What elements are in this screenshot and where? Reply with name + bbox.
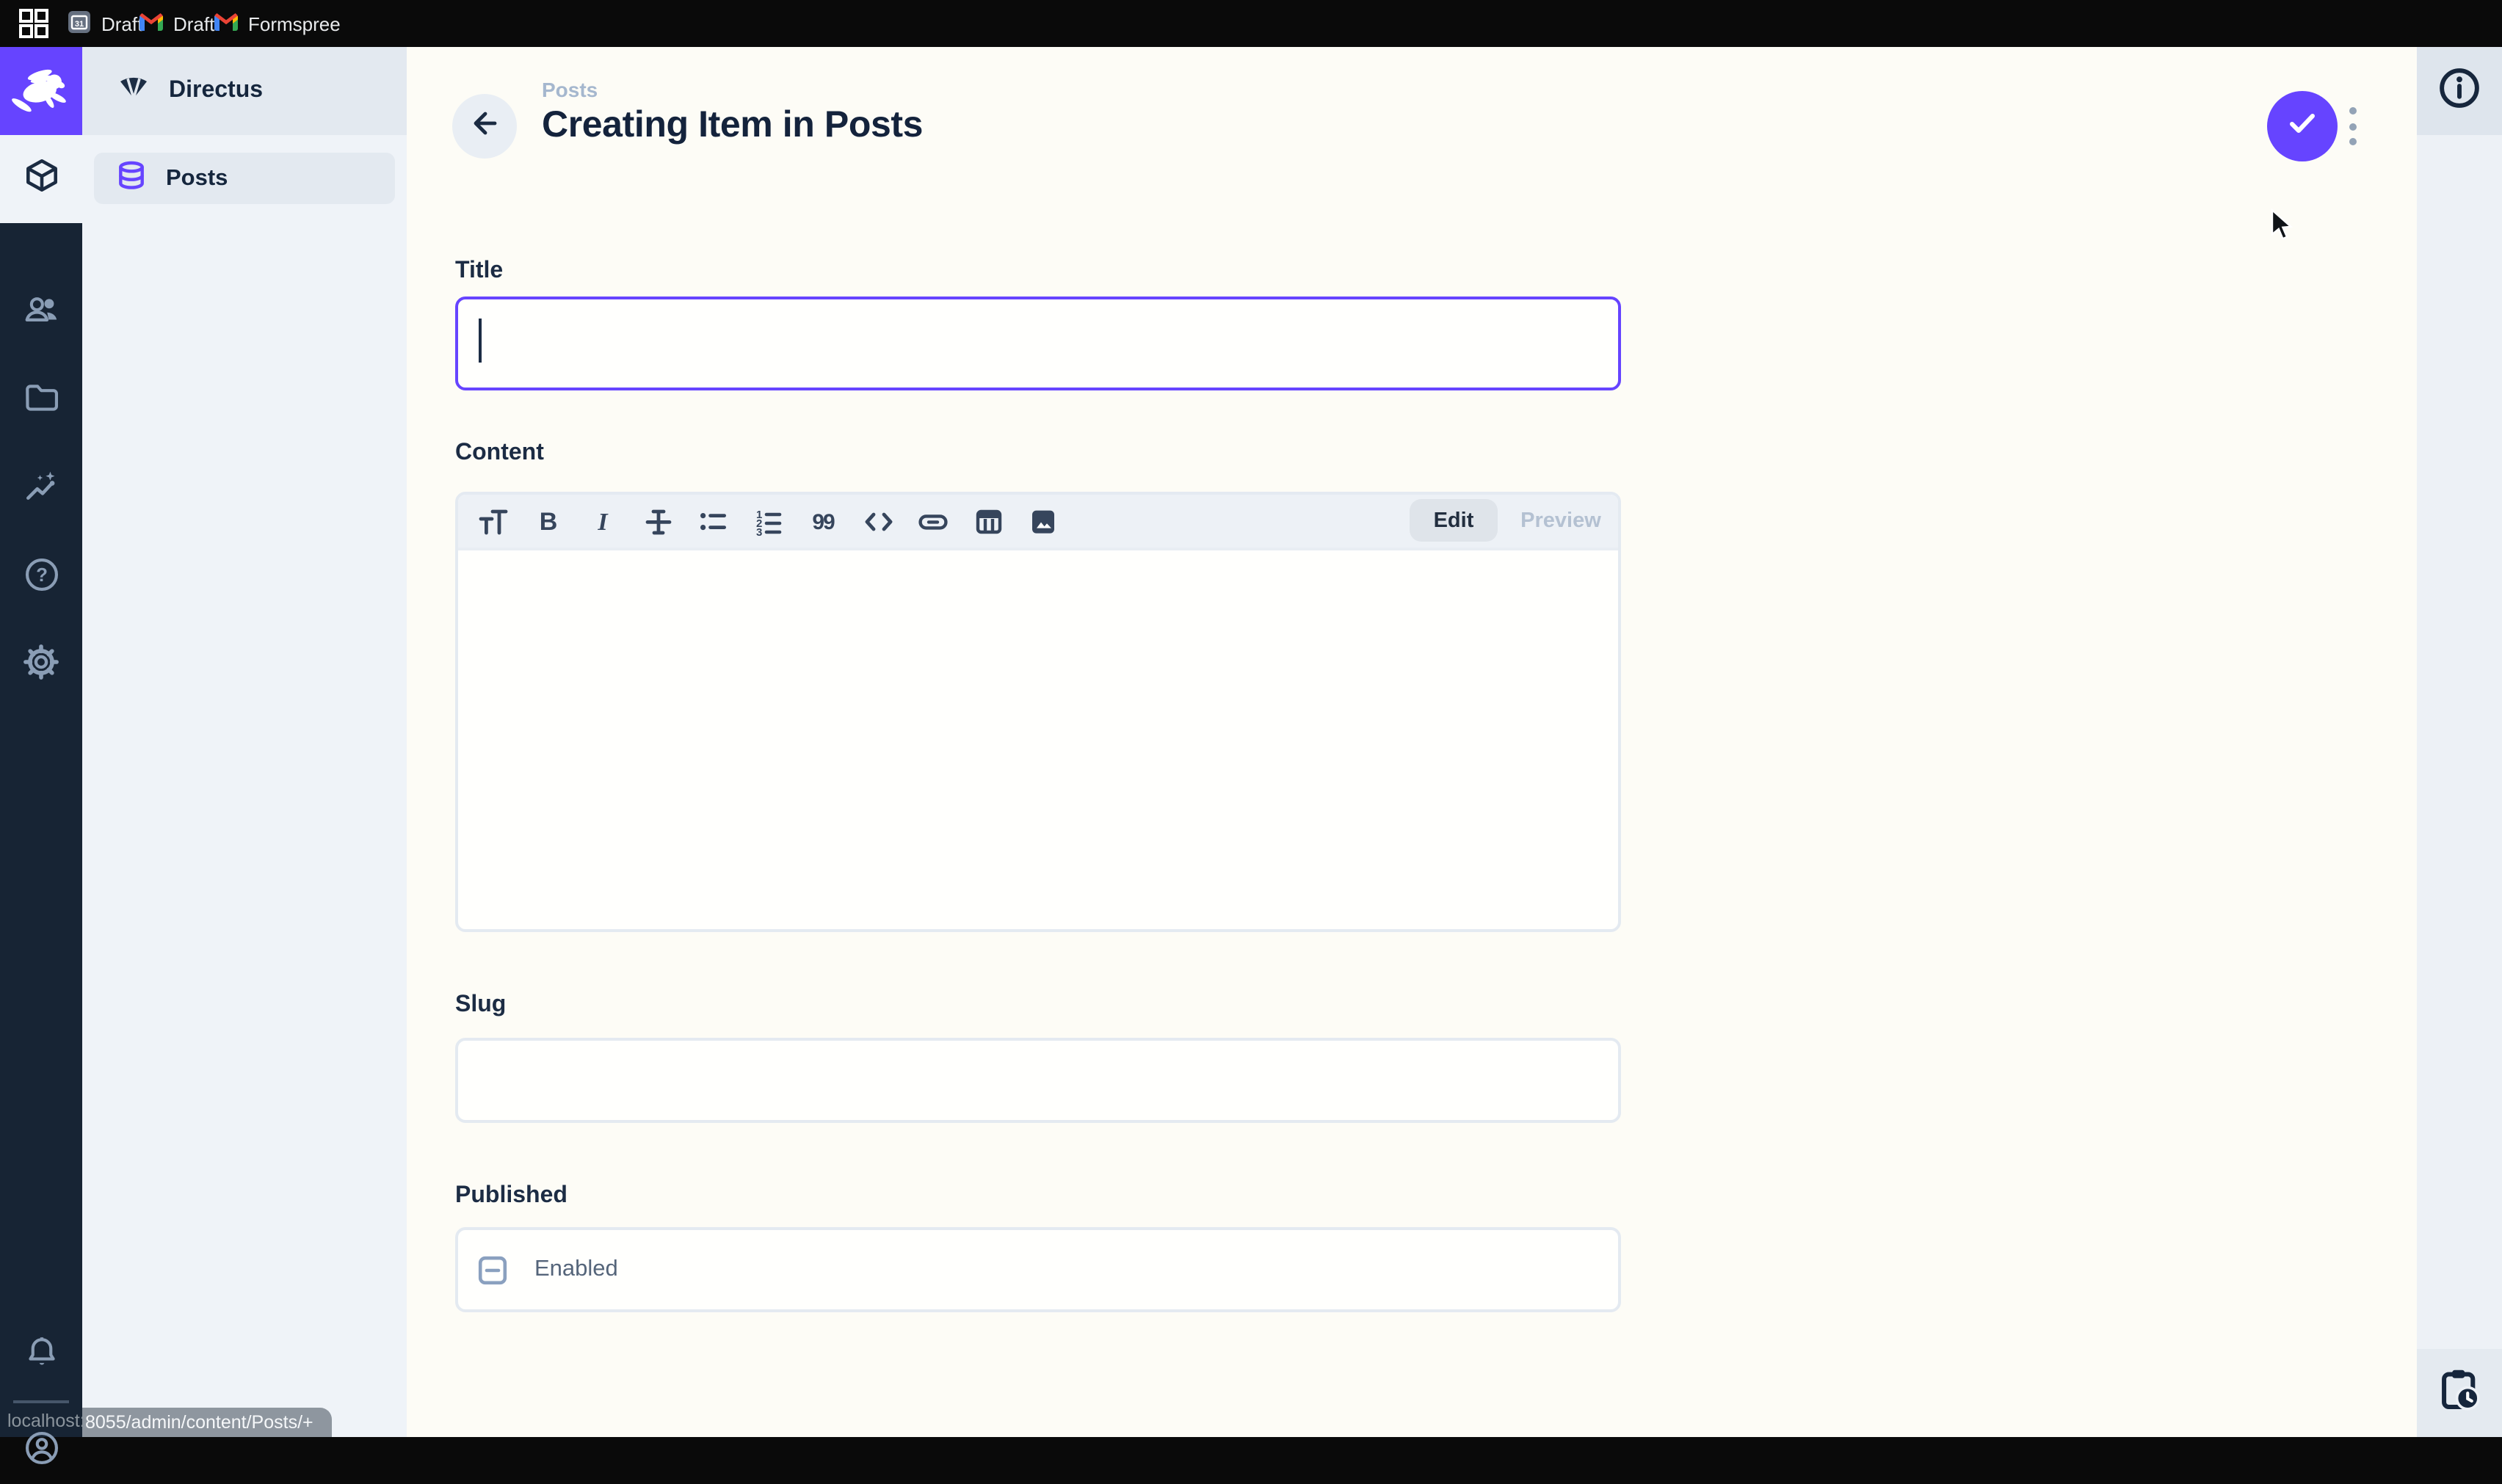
table-icon[interactable]: [961, 496, 1016, 546]
published-field: Enabled: [455, 1227, 1621, 1312]
blockquote-icon[interactable]: 99: [796, 496, 851, 546]
published-checkbox-label: Enabled: [534, 1256, 618, 1283]
published-field-label: Published: [455, 1183, 568, 1210]
italic-icon[interactable]: I: [576, 496, 631, 546]
image-icon[interactable]: [1016, 496, 1071, 546]
breadcrumb[interactable]: Posts: [542, 78, 598, 101]
svg-text:31: 31: [75, 19, 84, 28]
page-title: Creating Item in Posts: [542, 104, 923, 147]
preview-mode-button[interactable]: Preview: [1506, 499, 1615, 542]
box-icon: [21, 156, 61, 203]
heading-icon[interactable]: [465, 496, 521, 546]
slug-field-label: Slug: [455, 992, 506, 1019]
avatar-icon: [21, 1428, 61, 1475]
project-fan-icon: [113, 67, 154, 115]
link-icon[interactable]: [906, 496, 961, 546]
status-url-prefix: localhost:: [7, 1411, 85, 1431]
nav-sidebar: [82, 47, 407, 1437]
gmail-icon: [214, 12, 238, 34]
numbered-list-icon[interactable]: 1 2 3: [741, 496, 796, 546]
directus-logo[interactable]: [0, 47, 82, 135]
users-icon: [21, 291, 61, 338]
browser-tab-label: Formspree: [248, 12, 341, 34]
title-field-label: Title: [455, 258, 503, 285]
module-help[interactable]: ?: [0, 546, 82, 611]
gmail-icon: [139, 12, 163, 34]
strikethrough-icon[interactable]: [631, 496, 686, 546]
tab-grid-icon[interactable]: [18, 7, 50, 47]
arrow-left-icon: [465, 103, 504, 149]
project-name: Directus: [169, 78, 263, 104]
module-insights[interactable]: [0, 458, 82, 523]
svg-text:3: 3: [756, 525, 762, 538]
browser-tab-label: Draft: [101, 12, 142, 34]
browser-tab-draft-1[interactable]: 31 Draft: [68, 0, 142, 47]
gear-icon: [21, 641, 62, 689]
module-bar-divider: [13, 1400, 69, 1403]
editor-toolbar: B I 1 2 3: [458, 495, 1618, 550]
browser-tab-label: Draft: [173, 12, 214, 34]
indeterminate-checkbox-icon[interactable]: [477, 1254, 508, 1285]
dot: [2349, 138, 2356, 145]
module-settings[interactable]: [0, 633, 82, 697]
database-icon: [116, 159, 147, 197]
sidebar-info-section[interactable]: [2417, 47, 2502, 135]
svg-text:B: B: [539, 507, 557, 535]
module-users[interactable]: [0, 282, 82, 346]
browser-tab-draft-2[interactable]: Draft: [139, 0, 214, 47]
dot: [2349, 123, 2356, 130]
module-files[interactable]: [0, 370, 82, 434]
content-editor[interactable]: B I 1 2 3: [455, 492, 1621, 932]
directus-app: 31 Draft Draft Formspree: [0, 0, 2502, 1437]
project-header[interactable]: Directus: [82, 47, 407, 135]
content-field-label: Content: [455, 440, 544, 467]
folder-icon: [21, 379, 61, 426]
bulleted-list-icon[interactable]: [686, 496, 741, 546]
dot: [2349, 107, 2356, 114]
title-input[interactable]: [455, 297, 1621, 390]
svg-text:?: ?: [35, 564, 47, 586]
code-icon[interactable]: [851, 496, 906, 546]
notifications-button[interactable]: [0, 1324, 82, 1389]
help-icon: ?: [21, 555, 61, 602]
sidebar-revisions-section[interactable]: [2417, 1349, 2502, 1437]
clipboard-clock-icon: [2434, 1364, 2484, 1422]
text-caret: [479, 319, 482, 363]
content-textarea[interactable]: [458, 550, 1618, 929]
calendar-icon: 31: [68, 10, 91, 37]
info-icon: [2436, 64, 2483, 118]
bell-icon: [21, 1333, 61, 1380]
status-url-rest: 8055/admin/content/Posts/+: [85, 1412, 313, 1433]
module-content[interactable]: [0, 135, 82, 223]
status-url-tooltip: 8055/admin/content/Posts/+: [82, 1408, 332, 1437]
svg-text:I: I: [598, 508, 609, 535]
right-sidebar: [2417, 47, 2502, 1437]
nav-item-posts[interactable]: Posts: [94, 153, 395, 204]
svg-text:99: 99: [813, 509, 835, 534]
check-icon: [2283, 103, 2321, 149]
directus-rabbit-icon: [6, 52, 76, 130]
back-button[interactable]: [452, 94, 517, 159]
save-button[interactable]: [2267, 91, 2338, 161]
browser-tab-formspree[interactable]: Formspree: [214, 0, 341, 47]
insights-icon: [21, 467, 61, 514]
mouse-cursor: [2270, 208, 2296, 250]
nav-item-label: Posts: [166, 165, 228, 192]
slug-input[interactable]: [455, 1038, 1621, 1123]
bold-icon[interactable]: B: [521, 496, 576, 546]
more-options-button[interactable]: [2345, 107, 2360, 145]
edit-mode-button[interactable]: Edit: [1410, 499, 1498, 542]
browser-tab-bar: 31 Draft Draft Formspree: [0, 0, 2502, 47]
module-bar: ?: [0, 47, 82, 1437]
